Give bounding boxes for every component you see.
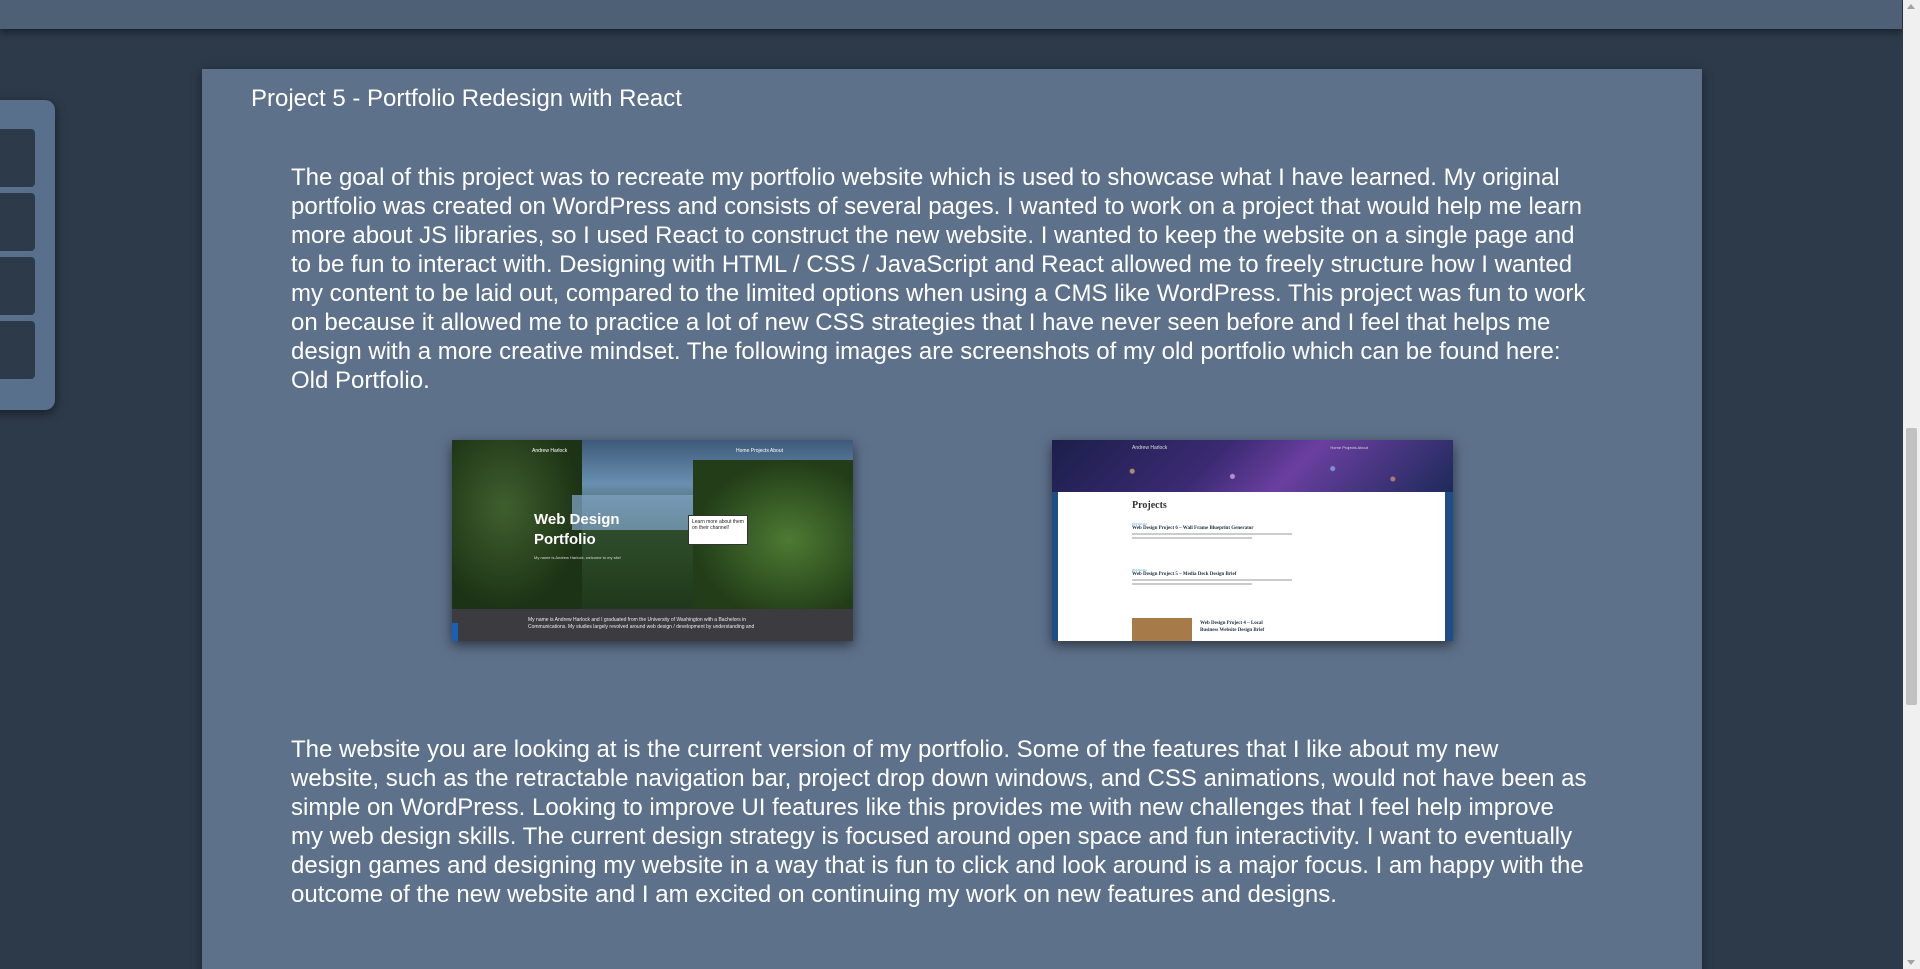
- project-description-2: The website you are looking at is the cu…: [291, 736, 1587, 908]
- paragraph-1-body: The goal of this project was to recreate…: [291, 164, 1586, 365]
- old-portfolio-link[interactable]: Old Portfolio: [291, 367, 423, 394]
- old-portfolio-screenshot-projects[interactable]: Andrew Harlock Home Projects About Proje…: [1052, 440, 1453, 641]
- scroll-up-icon[interactable]: [1907, 4, 1915, 9]
- screenshot1-nav: Home Projects About: [736, 448, 783, 454]
- screenshot2-entry: Web Design Web Design Project 6 – Wall F…: [1132, 522, 1292, 539]
- screenshot1-hero-title: Web Design Portfolio: [534, 511, 620, 548]
- screenshot1-bottom-text: My name is Andrew Harlock and I graduate…: [452, 609, 853, 641]
- retractable-sidenav[interactable]: [0, 100, 55, 410]
- scrollbar-thumb[interactable]: [1906, 428, 1917, 705]
- project-description-1: The goal of this project was to recreate…: [291, 163, 1591, 395]
- sidenav-item-4[interactable]: [0, 321, 35, 379]
- scroll-down-icon[interactable]: [1907, 960, 1915, 965]
- screenshot1-hero-sub: My name is Andrew Harlock, welcome to my…: [534, 555, 621, 560]
- screenshot2-nav: Home Projects About: [1330, 445, 1368, 450]
- screenshot1-card: Learn more about them on their channel!: [688, 515, 748, 545]
- sidenav-item-2[interactable]: [0, 193, 35, 251]
- sidenav-item-3[interactable]: [0, 257, 35, 315]
- paragraph-1-end: .: [423, 367, 430, 394]
- project-panel: Project 5 - Portfolio Redesign with Reac…: [202, 69, 1702, 969]
- page-scrollbar[interactable]: [1903, 0, 1920, 969]
- old-portfolio-screenshot-home[interactable]: Andrew Harlock Home Projects About Web D…: [452, 440, 853, 641]
- top-bar: [0, 0, 1902, 29]
- screenshot2-thumbnail: [1132, 618, 1192, 641]
- screenshot2-heading: Projects: [1132, 500, 1167, 511]
- screenshot1-brand: Andrew Harlock: [532, 448, 568, 454]
- screenshot2-brand: Andrew Harlock: [1132, 445, 1168, 451]
- screenshot2-entry3-title: Web Design Project 4 – Local Business We…: [1200, 621, 1265, 633]
- sidenav-item-1[interactable]: [0, 129, 35, 187]
- screenshot2-entry: Web Design Web Design Project 5 – Media …: [1132, 568, 1292, 585]
- project-title[interactable]: Project 5 - Portfolio Redesign with Reac…: [251, 85, 682, 113]
